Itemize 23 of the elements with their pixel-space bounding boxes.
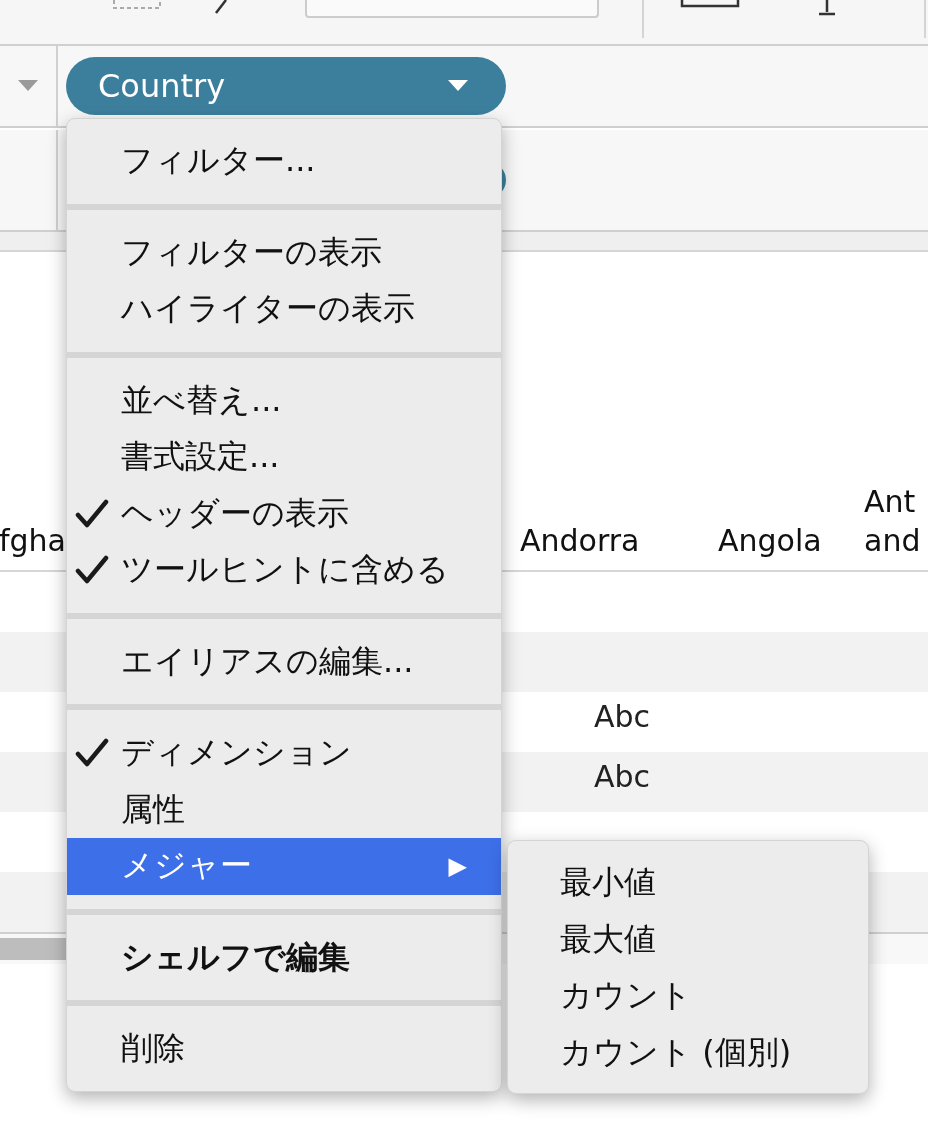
menu-item[interactable]: 属性 [67, 781, 501, 838]
menu-item[interactable]: カウント [508, 968, 868, 1025]
menu-item[interactable]: 最小値 [508, 855, 868, 912]
menu-item[interactable]: フィルターの表示 [67, 224, 501, 281]
menu-item[interactable]: ディメンション [67, 725, 501, 782]
table-cell: Abc [594, 758, 651, 794]
menu-item[interactable]: 削除 [67, 1021, 501, 1078]
menu-item[interactable]: ハイライターの表示 [67, 281, 501, 338]
menu-item[interactable]: 並べ替え... [67, 372, 501, 429]
column-header: Angola [718, 523, 822, 558]
menu-item[interactable]: カウント (個別) [508, 1024, 868, 1081]
column-header: fgha [0, 522, 66, 560]
menu-item[interactable]: 書式設定... [67, 429, 501, 486]
menu-item[interactable]: 最大値 [508, 911, 868, 968]
menu-item[interactable]: ヘッダーの表示 [67, 485, 501, 542]
column-header: Ant and [864, 484, 921, 558]
menu-item[interactable]: ツールヒントに含める [67, 542, 501, 599]
column-header: Andorra [520, 523, 640, 558]
menu-item[interactable]: シェルフで編集 [67, 929, 501, 986]
menu-item[interactable]: メジャー ▶ [67, 838, 501, 895]
table-cell: Abc [594, 698, 651, 734]
menu-item[interactable]: エイリアスの編集... [67, 633, 501, 690]
country-pill[interactable]: Country [66, 57, 506, 115]
